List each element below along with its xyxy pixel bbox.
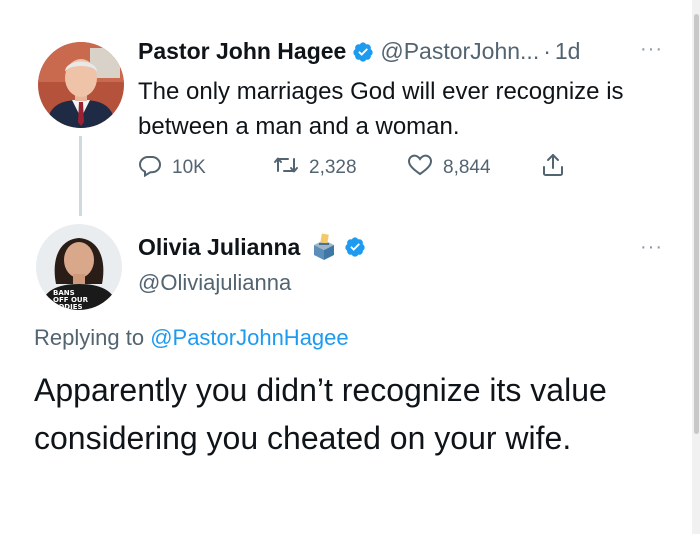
like-count: 8,844 <box>443 157 491 178</box>
author-handle[interactable]: @PastorJohn... <box>380 38 539 65</box>
share-button[interactable] <box>541 152 575 184</box>
tweet-header: Pastor John Hagee @PastorJohn... · 1d <box>138 38 580 65</box>
reply-count: 10K <box>172 157 206 178</box>
thread-line <box>79 136 82 216</box>
replying-to-link[interactable]: @PastorJohnHagee <box>150 325 348 350</box>
more-options-icon[interactable]: ··· <box>640 38 663 61</box>
heart-icon <box>407 153 443 183</box>
author-name[interactable]: Pastor John Hagee <box>138 38 346 65</box>
scrollbar-thumb[interactable] <box>694 14 699 434</box>
tweet-header: Olivia Julianna <box>138 233 372 261</box>
comment-icon <box>138 153 172 183</box>
tweet-actions: 10K 2,328 8,844 <box>138 152 575 184</box>
tweet-text: The only marriages God will ever recogni… <box>138 78 624 140</box>
ballot-box-emoji-icon <box>310 233 338 261</box>
replying-prefix: Replying to <box>34 325 151 350</box>
avatar[interactable]: BANS OFF OUR BODIES <box>36 224 122 310</box>
share-icon <box>541 152 575 184</box>
author-name[interactable]: Olivia Julianna <box>138 234 300 261</box>
retweet-count: 2,328 <box>309 157 357 178</box>
tweet-text: Apparently you didn’t recognize its valu… <box>34 372 607 456</box>
more-options-icon[interactable]: ··· <box>640 236 663 259</box>
replying-to: Replying to @PastorJohnHagee <box>34 325 349 351</box>
verified-badge-icon <box>344 236 366 258</box>
svg-text:BODIES: BODIES <box>53 303 83 310</box>
timestamp[interactable]: 1d <box>555 38 581 65</box>
reply-button[interactable]: 10K <box>138 153 273 183</box>
avatar[interactable] <box>38 42 124 128</box>
parent-tweet[interactable]: Pastor John Hagee @PastorJohn... · 1d ··… <box>0 0 690 216</box>
author-handle[interactable]: @Oliviajulianna <box>138 270 291 296</box>
retweet-icon <box>273 153 309 183</box>
verified-badge-icon <box>352 41 374 63</box>
separator-dot: · <box>543 38 551 64</box>
like-button[interactable]: 8,844 <box>407 153 541 183</box>
retweet-button[interactable]: 2,328 <box>273 153 407 183</box>
scrollbar[interactable] <box>692 0 700 534</box>
